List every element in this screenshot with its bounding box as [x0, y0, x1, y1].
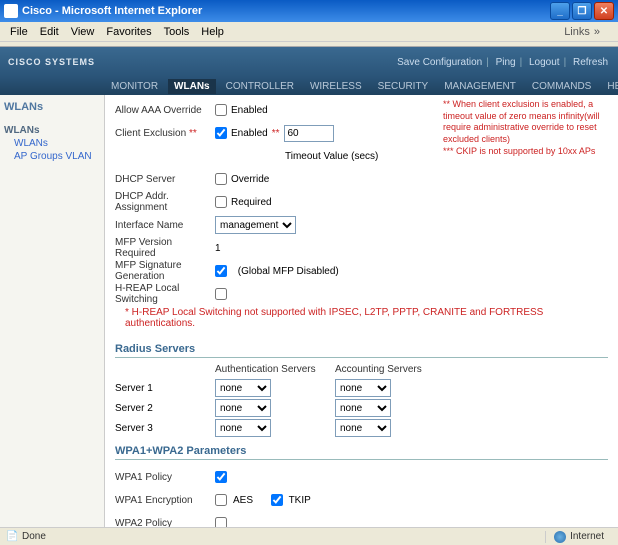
browser-menubar: File Edit View Favorites Tools Help Link… — [0, 22, 618, 42]
dhcpaddr-label: DHCP Addr. Assignment — [115, 191, 215, 213]
menu-help[interactable]: Help — [195, 24, 230, 40]
sidebar-item-wlans[interactable]: WLANs — [4, 138, 100, 149]
aes-checkbox[interactable] — [215, 494, 227, 506]
save-config-link[interactable]: Save Configuration — [397, 57, 482, 68]
wpa2-policy-checkbox[interactable] — [215, 517, 227, 527]
auth-col: Authentication Servers — [215, 364, 335, 375]
main-nav: MONITOR WLANs CONTROLLER WIRELESS SECURI… — [0, 77, 618, 95]
menu-edit[interactable]: Edit — [34, 24, 65, 40]
server2-auth-select[interactable]: none — [215, 399, 271, 417]
tab-help[interactable]: HELP — [601, 79, 618, 94]
hreap-note: * H-REAP Local Switching not supported w… — [115, 307, 608, 329]
tab-wlans[interactable]: WLANs — [168, 79, 216, 94]
aaa-checkbox[interactable] — [215, 104, 227, 116]
ifname-select[interactable]: management — [215, 216, 296, 234]
menu-view[interactable]: View — [65, 24, 101, 40]
warning-text: ** When client exclusion is enabled, a t… — [443, 99, 608, 157]
window-title: Cisco - Microsoft Internet Explorer — [22, 5, 550, 17]
server1-acct-select[interactable]: none — [335, 379, 391, 397]
wpa1-policy-checkbox[interactable] — [215, 471, 227, 483]
sidebar-title: WLANs — [4, 101, 100, 113]
logout-link[interactable]: Logout — [529, 57, 560, 68]
timeout-label: Timeout Value (secs) — [285, 151, 378, 162]
content-area: ** When client exclusion is enabled, a t… — [105, 95, 618, 527]
ifname-label: Interface Name — [115, 220, 215, 231]
window-titlebar: Cisco - Microsoft Internet Explorer _ ❐ … — [0, 0, 618, 22]
hreap-label: H-REAP Local Switching — [115, 283, 215, 305]
dhcp-required-checkbox[interactable] — [215, 196, 227, 208]
server2-label: Server 2 — [115, 403, 215, 414]
tkip-checkbox[interactable] — [271, 494, 283, 506]
server2-acct-select[interactable]: none — [335, 399, 391, 417]
exclusion-label: Client Exclusion ** — [115, 128, 215, 139]
minimize-button[interactable]: _ — [550, 2, 570, 20]
mfpsig-checkbox[interactable] — [215, 265, 227, 277]
cisco-header: CISCO SYSTEMS Save Configuration| Ping| … — [0, 47, 618, 77]
status-internet: Internet — [570, 531, 604, 542]
page-icon: 📄 — [6, 531, 18, 543]
menu-favorites[interactable]: Favorites — [100, 24, 157, 40]
mfpsig-label: MFP Signature Generation — [115, 260, 215, 282]
ping-link[interactable]: Ping — [496, 57, 516, 68]
mfpver-label: MFP Version Required — [115, 237, 215, 259]
tree-group[interactable]: WLANs — [4, 125, 100, 136]
menu-tools[interactable]: Tools — [158, 24, 196, 40]
cisco-logo: CISCO SYSTEMS — [8, 57, 95, 67]
tab-security[interactable]: SECURITY — [372, 79, 435, 94]
server3-acct-select[interactable]: none — [335, 419, 391, 437]
wpa1e-label: WPA1 Encryption — [115, 495, 215, 506]
maximize-button[interactable]: ❐ — [572, 2, 592, 20]
server1-auth-select[interactable]: none — [215, 379, 271, 397]
sidebar: WLANs WLANs WLANs AP Groups VLAN — [0, 95, 105, 527]
status-done: Done — [22, 531, 46, 542]
tab-commands[interactable]: COMMANDS — [526, 79, 597, 94]
statusbar: 📄 Done Internet — [0, 527, 618, 545]
app-icon — [4, 4, 18, 18]
timeout-input[interactable] — [284, 125, 334, 142]
tab-monitor[interactable]: MONITOR — [105, 79, 164, 94]
dhcp-label: DHCP Server — [115, 174, 215, 185]
globe-icon — [554, 531, 566, 543]
tab-management[interactable]: MANAGEMENT — [438, 79, 522, 94]
hreap-checkbox[interactable] — [215, 288, 227, 300]
header-links: Save Configuration| Ping| Logout| Refres… — [395, 57, 610, 68]
menu-file[interactable]: File — [4, 24, 34, 40]
wpa-header: WPA1+WPA2 Parameters — [115, 439, 608, 460]
aaa-label: Allow AAA Override — [115, 105, 215, 116]
tab-wireless[interactable]: WIRELESS — [304, 79, 368, 94]
wpa2p-label: WPA2 Policy — [115, 518, 215, 528]
links-toolbar[interactable]: Links — [558, 24, 614, 40]
radius-header: Radius Servers — [115, 337, 608, 358]
acct-col: Accounting Servers — [335, 364, 455, 375]
server1-label: Server 1 — [115, 383, 215, 394]
close-button[interactable]: ✕ — [594, 2, 614, 20]
exclusion-checkbox[interactable] — [215, 127, 227, 139]
tab-controller[interactable]: CONTROLLER — [220, 79, 300, 94]
mfpver-value: 1 — [215, 243, 221, 254]
sidebar-item-apgroups[interactable]: AP Groups VLAN — [4, 151, 100, 162]
server3-label: Server 3 — [115, 423, 215, 434]
refresh-link[interactable]: Refresh — [573, 57, 608, 68]
server3-auth-select[interactable]: none — [215, 419, 271, 437]
wpa1p-label: WPA1 Policy — [115, 472, 215, 483]
dhcp-override-checkbox[interactable] — [215, 173, 227, 185]
